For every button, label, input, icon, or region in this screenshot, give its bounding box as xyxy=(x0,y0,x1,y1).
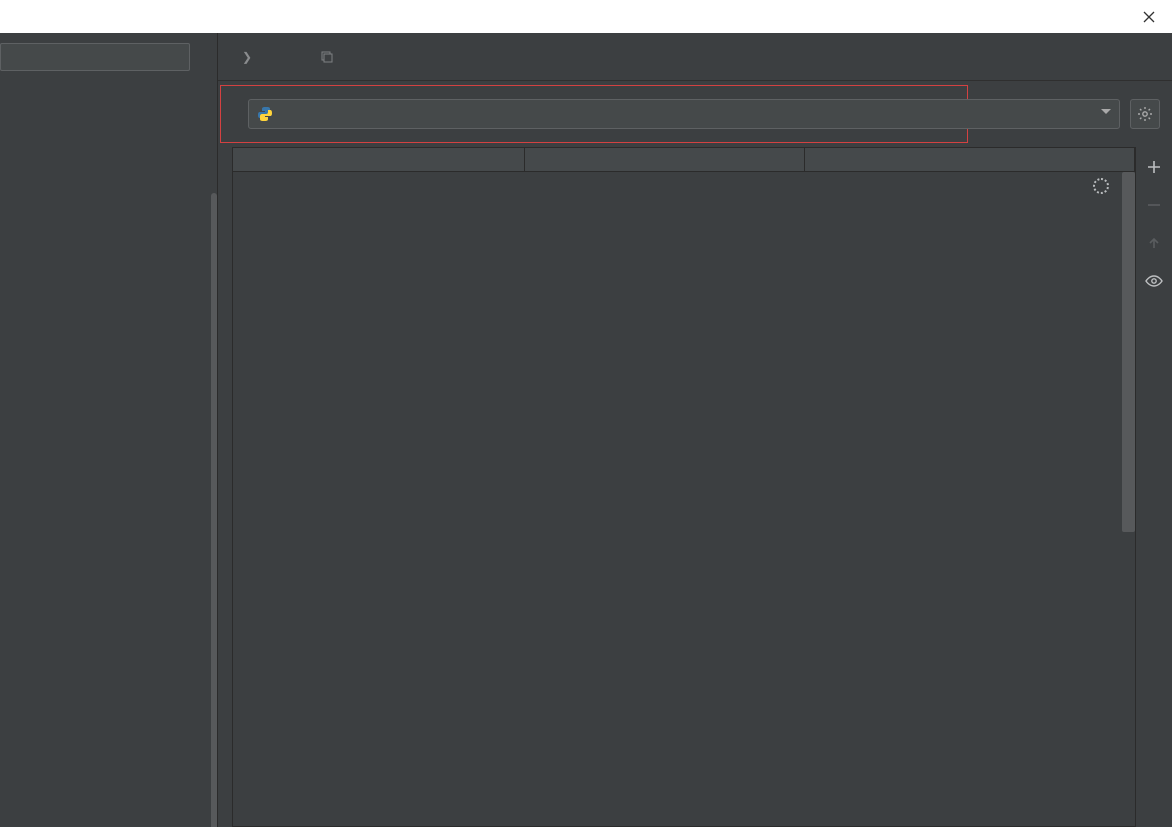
copy-icon xyxy=(320,50,334,64)
col-header-latest[interactable] xyxy=(805,148,1135,171)
minus-icon xyxy=(1147,198,1161,212)
show-early-releases-button[interactable] xyxy=(1142,269,1166,293)
gear-icon xyxy=(1137,106,1153,122)
package-actions-toolbar xyxy=(1136,147,1172,827)
interpreter-settings-button[interactable] xyxy=(1130,99,1160,129)
sidebar-scrollbar[interactable] xyxy=(211,193,217,827)
arrow-up-icon xyxy=(1147,236,1161,250)
remove-package-button[interactable] xyxy=(1142,193,1166,217)
titlebar xyxy=(0,0,1172,33)
packages-table xyxy=(232,147,1136,827)
close-button[interactable] xyxy=(1126,0,1172,33)
chevron-right-icon: ❯ xyxy=(242,50,252,64)
breadcrumb: ❯ xyxy=(218,33,1172,81)
settings-search-input[interactable] xyxy=(0,43,190,71)
close-icon xyxy=(1143,11,1155,23)
upgrade-package-button[interactable] xyxy=(1142,231,1166,255)
table-scrollbar[interactable] xyxy=(1122,172,1135,532)
col-header-package[interactable] xyxy=(233,148,525,171)
loading-spinner-icon xyxy=(1093,178,1109,194)
current-project-hint xyxy=(320,50,340,64)
settings-content: ❯ xyxy=(0,33,1172,827)
interpreter-row xyxy=(232,99,1160,129)
plus-icon xyxy=(1147,160,1161,174)
settings-tree-sidebar xyxy=(0,33,218,827)
chevron-down-icon xyxy=(1101,109,1111,114)
python-icon xyxy=(257,106,273,122)
eye-icon xyxy=(1145,274,1163,288)
settings-main-panel: ❯ xyxy=(218,33,1172,827)
add-package-button[interactable] xyxy=(1142,155,1166,179)
col-header-version[interactable] xyxy=(525,148,805,171)
interpreter-dropdown[interactable] xyxy=(248,99,1120,129)
table-header xyxy=(233,148,1135,172)
